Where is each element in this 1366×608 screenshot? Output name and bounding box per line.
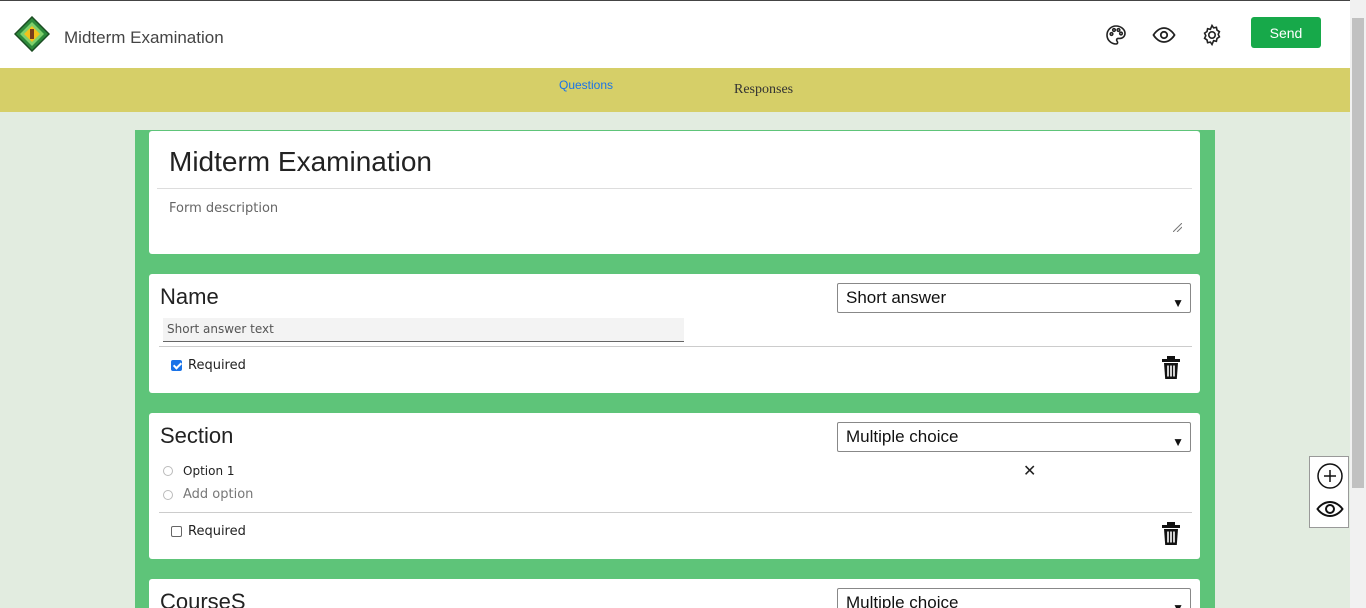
- question-card: CourseS Multiple choice ▼: [149, 579, 1200, 608]
- eye-icon[interactable]: [1316, 495, 1344, 523]
- form-title[interactable]: Midterm Examination: [169, 146, 432, 178]
- form-description-input[interactable]: Form description: [169, 201, 278, 216]
- gear-icon[interactable]: [1200, 23, 1224, 47]
- top-bar: Midterm Examination Send: [0, 0, 1350, 68]
- chevron-down-icon: ▼: [1172, 601, 1184, 608]
- form-header-card: Midterm Examination Form description: [149, 131, 1200, 254]
- question-title[interactable]: CourseS: [160, 589, 246, 608]
- send-button[interactable]: Send: [1251, 17, 1321, 48]
- radio-icon: [163, 466, 173, 476]
- app-logo: [14, 16, 50, 52]
- question-card: Section Multiple choice ▼ Option 1 ✕ Add…: [149, 413, 1200, 559]
- trash-icon[interactable]: [1161, 356, 1181, 380]
- palette-icon[interactable]: [1104, 23, 1128, 47]
- tab-responses[interactable]: Responses: [734, 82, 793, 98]
- close-icon[interactable]: ✕: [1023, 461, 1036, 481]
- chevron-down-icon: ▼: [1172, 435, 1184, 449]
- title-divider: [157, 188, 1192, 189]
- short-answer-field: Short answer text: [163, 318, 684, 342]
- question-divider: [159, 512, 1192, 513]
- option-label[interactable]: Option 1: [183, 464, 235, 478]
- required-label: Required: [188, 524, 246, 539]
- app-title: Midterm Examination: [64, 28, 224, 47]
- eye-icon[interactable]: [1152, 23, 1176, 47]
- question-title[interactable]: Name: [160, 284, 219, 310]
- required-label: Required: [188, 358, 246, 373]
- question-type-value: Multiple choice: [846, 593, 959, 608]
- option-row: Option 1: [163, 464, 235, 478]
- question-divider: [159, 346, 1192, 347]
- add-option-label[interactable]: Add option: [183, 487, 253, 502]
- question-type-value: Multiple choice: [846, 427, 959, 446]
- tab-questions[interactable]: Questions: [559, 78, 613, 92]
- floating-toolbar: [1309, 456, 1349, 528]
- required-checkbox[interactable]: [171, 360, 182, 371]
- trash-icon[interactable]: [1161, 522, 1181, 546]
- question-type-value: Short answer: [846, 288, 947, 307]
- add-option-row[interactable]: Add option: [163, 487, 253, 502]
- required-checkbox[interactable]: [171, 526, 182, 537]
- question-title[interactable]: Section: [160, 423, 233, 449]
- chevron-down-icon: ▼: [1172, 296, 1184, 310]
- resize-grip-icon[interactable]: [1173, 223, 1182, 232]
- question-type-select[interactable]: Short answer ▼: [837, 283, 1191, 313]
- add-question-icon[interactable]: [1316, 462, 1344, 490]
- question-type-select[interactable]: Multiple choice ▼: [837, 588, 1191, 608]
- tab-bar: Questions Responses: [0, 68, 1350, 112]
- required-toggle[interactable]: Required: [171, 358, 246, 373]
- required-toggle[interactable]: Required: [171, 524, 246, 539]
- radio-icon: [163, 489, 173, 500]
- question-type-select[interactable]: Multiple choice ▼: [837, 422, 1191, 452]
- question-card: Name Short answer ▼ Short answer text Re…: [149, 274, 1200, 393]
- scrollbar-thumb[interactable]: [1352, 18, 1364, 488]
